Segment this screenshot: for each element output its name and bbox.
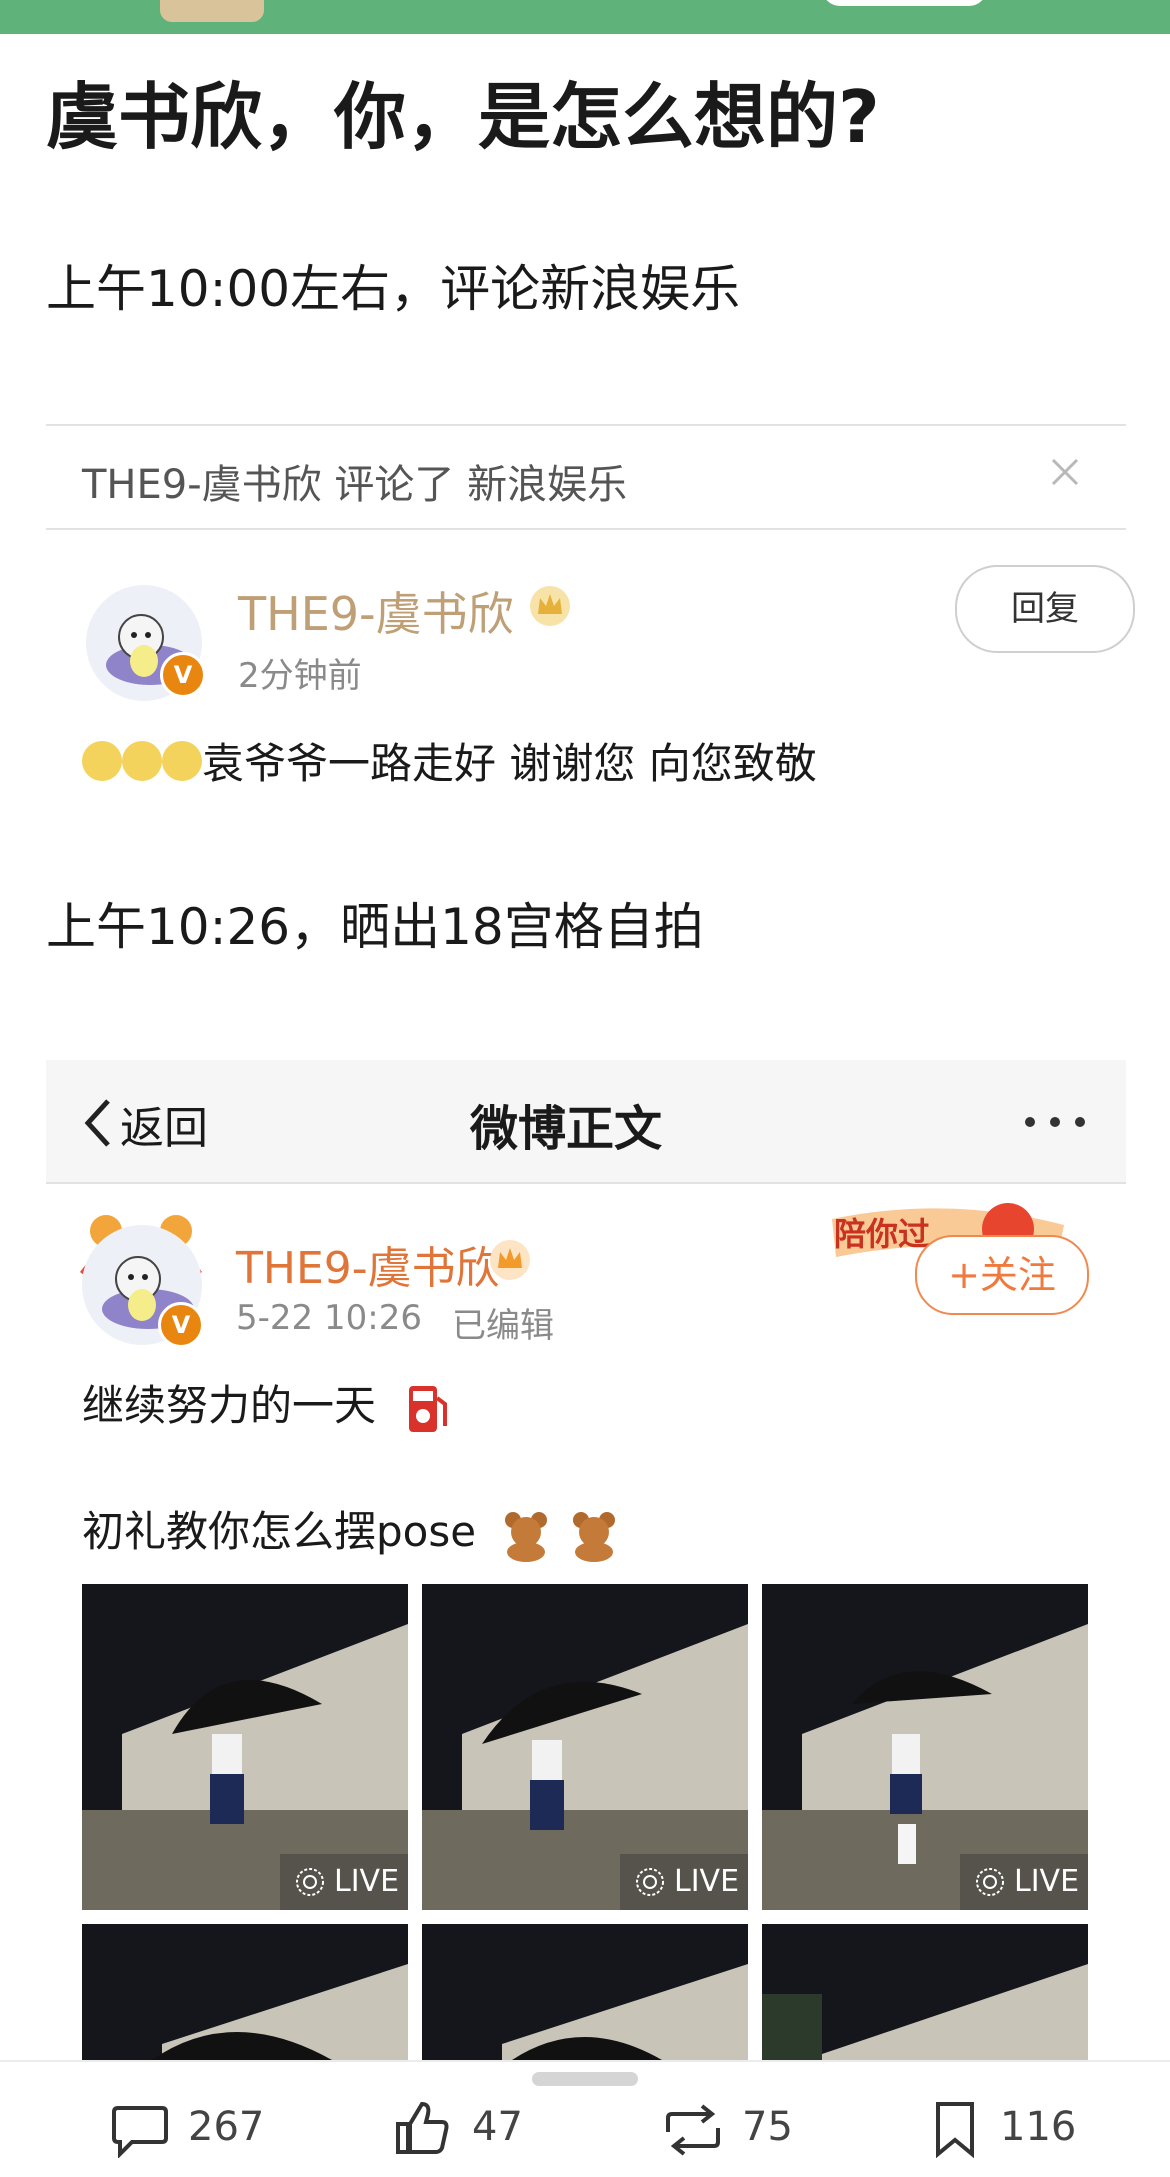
like-count[interactable]: 47 — [472, 2104, 523, 2150]
divider — [46, 424, 1126, 426]
close-icon[interactable] — [1045, 452, 1085, 492]
crown-icon — [490, 1240, 530, 1280]
reply-button[interactable]: 回复 — [955, 565, 1135, 653]
verified-badge: V — [158, 1302, 204, 1348]
comment-icon[interactable] — [110, 2102, 170, 2158]
teddy-bear-icon — [572, 1511, 615, 1562]
comment-header: THE9-虞书欣 评论了 新浪娱乐 — [82, 462, 628, 508]
back-chevron-icon[interactable] — [80, 1095, 116, 1151]
back-button[interactable]: 返回 — [120, 1092, 208, 1156]
banner-thumbnail — [160, 0, 264, 22]
post-text: 初礼教你怎么摆pose — [82, 1507, 477, 1556]
fuel-pump-icon — [409, 1385, 448, 1432]
photo-thumbnail[interactable]: LIVE — [422, 1584, 748, 1910]
live-badge: LIVE — [620, 1854, 748, 1910]
live-badge: LIVE — [960, 1854, 1088, 1910]
top-banner — [0, 0, 1170, 34]
more-icon[interactable] — [1020, 1112, 1090, 1132]
photo-thumbnail[interactable] — [762, 1924, 1088, 2060]
post-text: 继续努力的一天 — [82, 1381, 377, 1430]
username[interactable]: THE9-虞书欣 — [236, 1232, 500, 1296]
live-photo-icon — [976, 1868, 1004, 1896]
comment-time: 2分钟前 — [238, 656, 362, 696]
banner-text: 陪你过 — [834, 1215, 931, 1253]
edited-label: 已编辑 — [452, 1306, 554, 1346]
like-icon[interactable] — [392, 2098, 452, 2158]
crying-emoji-icon — [122, 740, 162, 781]
post-line-1: 继续努力的一天 — [82, 1372, 449, 1436]
photo-thumbnail[interactable]: LIVE — [762, 1584, 1088, 1910]
save-count[interactable]: 116 — [1000, 2104, 1076, 2150]
bookmark-icon[interactable] — [930, 2100, 980, 2160]
crying-emoji-icon — [82, 740, 122, 781]
banner-button[interactable] — [822, 0, 987, 6]
post-date: 5-22 10:26 — [236, 1298, 422, 1338]
divider — [46, 528, 1126, 530]
follow-button[interactable]: +关注 — [915, 1235, 1089, 1315]
post-line-2: 初礼教你怎么摆pose — [82, 1498, 621, 1562]
comment-text: 袁爷爷一路走好 谢谢您 向您致敬 — [202, 739, 817, 788]
photo-thumbnail[interactable]: LIVE — [82, 1584, 408, 1910]
teddy-bear-icon — [505, 1511, 548, 1562]
repost-count[interactable]: 75 — [742, 2104, 793, 2150]
drag-handle[interactable] — [532, 2072, 638, 2086]
live-photo-icon — [296, 1868, 324, 1896]
article-paragraph-1: 上午10:00左右，评论新浪娱乐 — [46, 260, 741, 318]
crying-emoji-icon — [162, 740, 202, 781]
live-badge: LIVE — [280, 1854, 408, 1910]
username[interactable]: THE9-虞书欣 — [238, 578, 514, 644]
verified-badge: V — [160, 652, 206, 698]
photo-thumbnail[interactable] — [422, 1924, 748, 2060]
repost-icon[interactable] — [660, 2102, 726, 2158]
comment-body: 袁爷爷一路走好 谢谢您 向您致敬 — [82, 730, 817, 791]
article-paragraph-2: 上午10:26，晒出18宫格自拍 — [46, 898, 704, 956]
crown-icon — [530, 586, 570, 626]
comment-count[interactable]: 267 — [188, 2104, 264, 2150]
photo-thumbnail[interactable] — [82, 1924, 408, 2060]
article-title: 虞书欣，你，是怎么想的? — [46, 75, 880, 159]
navbar-title: 微博正文 — [470, 1101, 663, 1157]
live-photo-icon — [636, 1868, 664, 1896]
